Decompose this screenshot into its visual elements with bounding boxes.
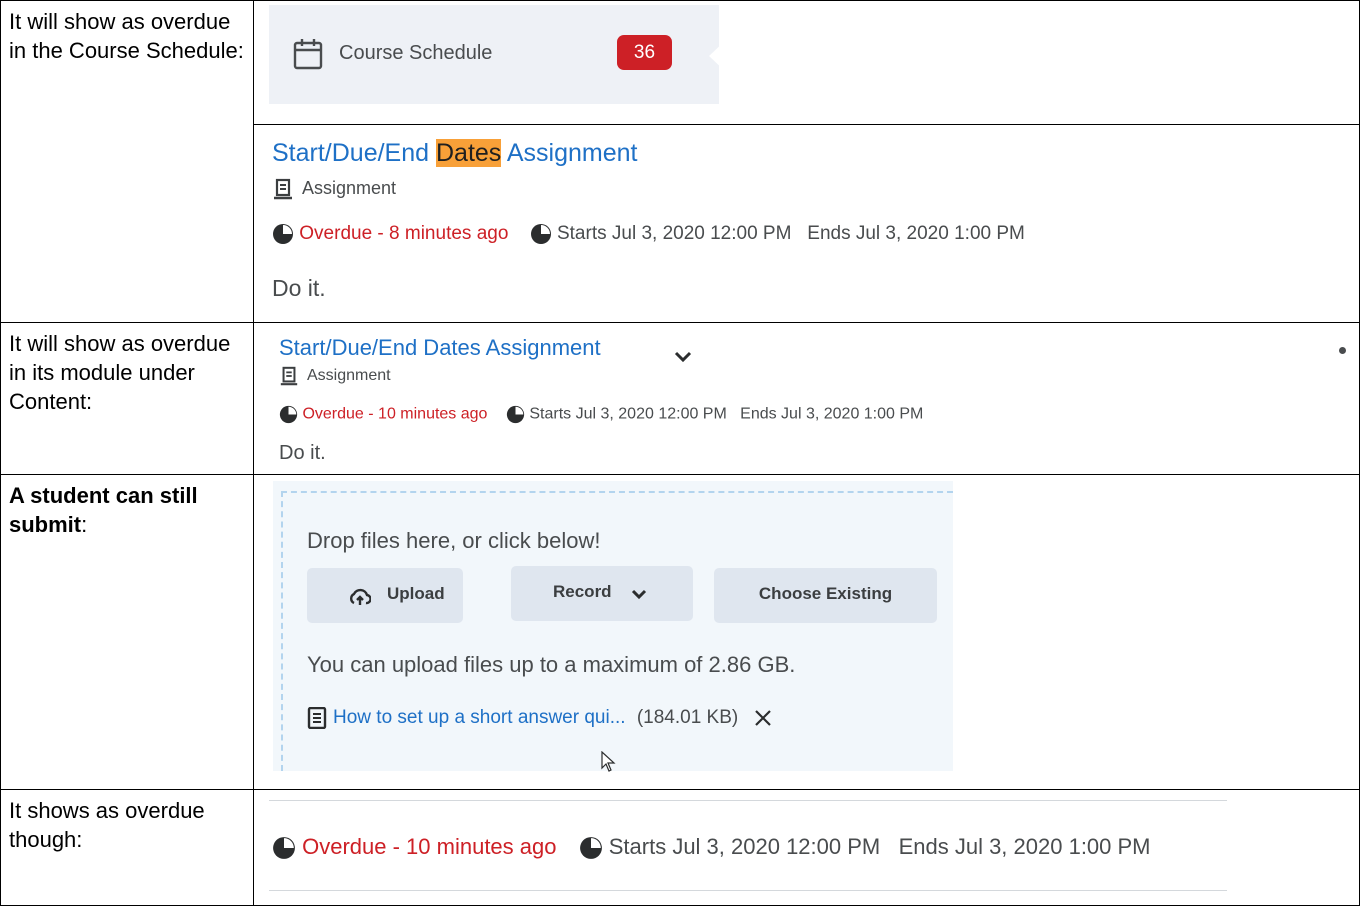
divider xyxy=(269,800,1227,801)
upload-button[interactable]: Upload xyxy=(307,568,463,623)
course-schedule-cell: Course Schedule 36 xyxy=(253,0,1360,125)
attached-file-size: (184.01 KB) xyxy=(636,707,739,729)
row-label-text: It shows as overdue though: xyxy=(9,798,205,852)
module-item-type: Assignment xyxy=(279,366,391,386)
cloud-upload-icon xyxy=(350,588,371,605)
clock-icon xyxy=(273,837,295,860)
upload-button-label: Upload xyxy=(387,584,445,603)
overdue-count-badge: 36 xyxy=(617,35,672,70)
module-item-description: Do it. xyxy=(279,442,326,464)
module-item-title-link[interactable]: Start/Due/End Dates Assignment xyxy=(279,335,601,361)
row-label-overdue: It shows as overdue though: xyxy=(0,789,254,906)
remove-file-icon[interactable] xyxy=(754,709,772,727)
search-highlight: Dates xyxy=(435,139,502,167)
event-type-label: Assignment xyxy=(302,178,397,198)
attached-file-row: How to set up a short answer qui... (184… xyxy=(307,707,772,729)
course-schedule-label: Course Schedule xyxy=(339,42,493,64)
drop-files-text: Drop files here, or click below! xyxy=(307,528,601,553)
row-label-module: It will show as overdue in its module un… xyxy=(0,322,254,475)
status-line: Overdue - 10 minutes ago Starts Jul 3, 2… xyxy=(272,834,1151,860)
course-schedule-nav-item[interactable]: Course Schedule 36 xyxy=(269,5,727,104)
overdue-status: Overdue - 8 minutes ago xyxy=(299,223,509,245)
row-label-text: : xyxy=(81,512,88,537)
clock-icon xyxy=(506,405,525,424)
clock-icon xyxy=(579,837,602,860)
clock-icon xyxy=(530,224,551,244)
event-description: Do it. xyxy=(272,275,326,301)
module-item-dates: Starts Jul 3, 2020 12:00 PM Ends Jul 3, … xyxy=(529,405,924,423)
row-label-text: It will show as overdue in the Course Sc… xyxy=(9,9,244,63)
row-label-bold-text: A student can still submit xyxy=(9,483,198,537)
clock-icon xyxy=(279,405,298,424)
chevron-down-icon[interactable] xyxy=(674,351,692,363)
event-status-line: Overdue - 8 minutes ago Starts Jul 3, 20… xyxy=(272,223,1025,245)
module-item-type-label: Assignment xyxy=(307,367,391,385)
divider xyxy=(269,890,1227,891)
chevron-down-icon xyxy=(631,589,647,600)
overdue-status: Overdue - 10 minutes ago xyxy=(302,834,557,859)
status-cell: Overdue - 10 minutes ago Starts Jul 3, 2… xyxy=(253,789,1360,906)
row-label-course-schedule: It will show as overdue in the Course Sc… xyxy=(0,0,254,323)
record-button[interactable]: Record xyxy=(511,566,693,621)
record-button-label: Record xyxy=(553,582,612,601)
row-label-text: It will show as overdue in its module un… xyxy=(9,331,231,414)
assignment-icon xyxy=(274,179,292,200)
row-label-submit: A student can still submit: xyxy=(0,474,254,790)
event-title-link[interactable]: Start/Due/End Dates Assignment xyxy=(272,137,637,169)
event-title-part: Start/Due/End xyxy=(272,139,436,167)
upload-limit-text: You can upload files up to a maximum of … xyxy=(307,652,796,677)
unread-dot-indicator xyxy=(1339,347,1346,354)
attached-file-link[interactable]: How to set up a short answer qui... xyxy=(333,707,626,728)
event-dates: Starts Jul 3, 2020 12:00 PM Ends Jul 3, … xyxy=(556,223,1025,245)
event-type: Assignment xyxy=(272,178,396,200)
upload-cell: Drop files here, or click below! Upload … xyxy=(253,474,1360,790)
mouse-cursor-icon xyxy=(601,751,616,772)
clock-icon xyxy=(273,224,293,244)
status-dates: Starts Jul 3, 2020 12:00 PM Ends Jul 3, … xyxy=(608,834,1151,859)
module-item-cell: Start/Due/End Dates Assignment Assignmen… xyxy=(253,322,1360,475)
event-title-part: Assignment xyxy=(501,139,638,167)
calendar-icon xyxy=(293,39,323,70)
tab-notch xyxy=(709,39,727,73)
module-item-status-line: Overdue - 10 minutes ago Starts Jul 3, 2… xyxy=(279,405,923,424)
file-icon xyxy=(307,707,327,729)
choose-existing-button[interactable]: Choose Existing xyxy=(714,568,937,623)
assignment-icon xyxy=(280,366,298,386)
overdue-status: Overdue - 10 minutes ago xyxy=(302,405,488,423)
document-table: It will show as overdue in the Course Sc… xyxy=(0,0,1360,906)
choose-existing-label: Choose Existing xyxy=(758,584,893,603)
schedule-event-cell: Start/Due/End Dates Assignment Assignmen… xyxy=(253,124,1360,323)
